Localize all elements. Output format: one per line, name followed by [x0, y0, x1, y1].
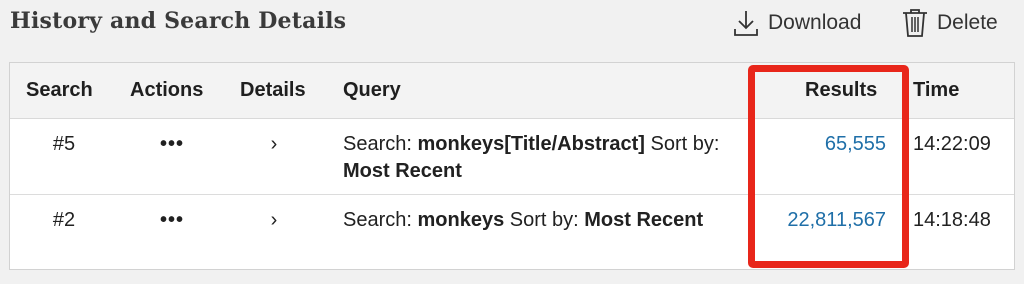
- history-table: Search Actions Details Query Results Tim…: [9, 62, 1015, 270]
- delete-label: Delete: [937, 11, 998, 34]
- table-row: #5 ••• › Search: monkeys[Title/Abstract]…: [10, 119, 1014, 195]
- column-results[interactable]: Results: [805, 79, 877, 102]
- download-button[interactable]: Download: [732, 6, 861, 40]
- trash-icon: [901, 7, 929, 39]
- column-details: Details: [240, 79, 306, 101]
- column-query: Query: [343, 79, 401, 101]
- results-count-link[interactable]: 65,555: [754, 131, 886, 158]
- query-text: Search: monkeys Sort by: Most Recent: [343, 209, 704, 231]
- actions-menu-button[interactable]: •••: [142, 131, 202, 158]
- search-time: 14:22:09: [913, 133, 991, 155]
- table-row: #2 ••• › Search: monkeys Sort by: Most R…: [10, 195, 1014, 269]
- search-time: 14:18:48: [913, 209, 991, 231]
- table-header: Search Actions Details Query Results Tim…: [10, 63, 1014, 119]
- details-chevron-icon[interactable]: ›: [264, 131, 284, 158]
- column-time[interactable]: Time: [913, 79, 959, 102]
- download-icon: [732, 8, 760, 38]
- column-actions: Actions: [130, 79, 204, 101]
- details-chevron-icon[interactable]: ›: [264, 207, 284, 234]
- download-label: Download: [768, 11, 862, 34]
- page-header: History and Search Details Download Dele…: [0, 0, 1024, 50]
- search-number: #2: [52, 209, 76, 231]
- actions-menu-button[interactable]: •••: [142, 207, 202, 234]
- search-number: #5: [52, 133, 76, 155]
- page-title: History and Search Details: [10, 8, 347, 34]
- delete-button[interactable]: Delete: [901, 6, 998, 40]
- column-search[interactable]: Search: [26, 79, 93, 102]
- query-text: Search: monkeys[Title/Abstract] Sort by:…: [343, 133, 720, 182]
- results-count-link[interactable]: 22,811,567: [754, 207, 886, 234]
